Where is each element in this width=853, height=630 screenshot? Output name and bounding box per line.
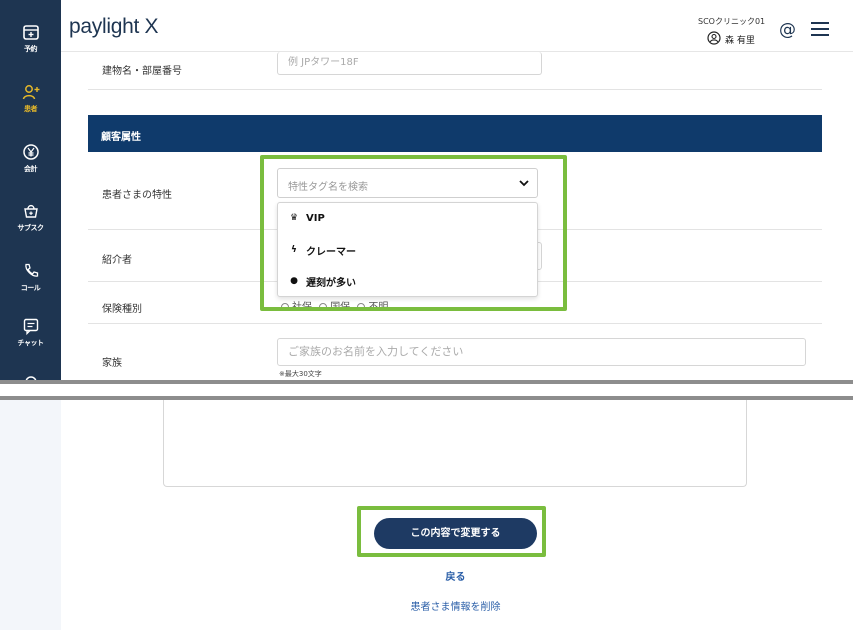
back-link[interactable]: 戻る (0, 568, 853, 583)
building-row: 建物名・部屋番号 例 JPタワー18F (88, 52, 822, 90)
clock-icon: ● (290, 276, 298, 286)
referrer-label: 紹介者 (102, 255, 132, 266)
building-input[interactable]: 例 JPタワー18F (277, 52, 542, 75)
top-pane: 予約 患者 会計 サブスク コール チャット paylight X SCOクリニ… (0, 0, 853, 380)
crown-icon: ♛ (289, 213, 299, 223)
sidebar-item-chat[interactable]: チャット (0, 316, 61, 348)
family-label: 家族 (102, 358, 122, 369)
delete-patient-link[interactable]: 患者さま情報を削除 (0, 598, 853, 613)
sidebar-item-subscription[interactable]: サブスク (0, 201, 61, 233)
sidebar-item-call[interactable]: コール (0, 261, 61, 293)
mention-icon[interactable]: @ (779, 20, 796, 40)
trait-tag-dropdown: ♛ VIP ϟ クレーマー ● 遅刻が多い (277, 202, 538, 297)
user-name[interactable]: 森 有里 (725, 33, 755, 46)
sidebar-item-accounting[interactable]: 会計 (0, 142, 61, 174)
sidebar-item-label: 患者 (24, 105, 38, 113)
sidebar-item-label: サブスク (17, 224, 45, 232)
section-header-customer-attributes: 顧客属性 (88, 115, 822, 152)
lightning-icon: ϟ (291, 245, 297, 255)
screenshot-root: 予約 患者 会計 サブスク コール チャット paylight X SCOクリニ… (0, 0, 853, 630)
sidebar-continuation (0, 400, 61, 630)
sidebar-item-label: 会計 (24, 165, 38, 173)
bottom-pane: この内容で変更する 戻る 患者さま情報を削除 (0, 400, 853, 630)
sidebar-item-label: チャット (17, 339, 44, 347)
yen-icon (22, 144, 39, 160)
dropdown-option-often-late[interactable]: ● 遅刻が多い (288, 272, 356, 290)
insurance-radio-unknown[interactable]: 不明 (357, 302, 388, 313)
app-logo[interactable]: paylight X (69, 15, 159, 39)
insurance-radio-shaho[interactable]: 社保 (281, 302, 312, 313)
calendar-plus-icon (22, 25, 39, 40)
basket-plus-icon (23, 204, 38, 218)
trait-label: 患者さまの特性 (102, 190, 172, 201)
user-icon (707, 31, 721, 45)
insurance-radio-group: 社保 国保 不明 (281, 298, 388, 313)
trait-tag-search-select[interactable]: 特性タグ名を検索 (277, 168, 538, 198)
trait-tag-search-placeholder: 特性タグ名を検索 (288, 182, 368, 193)
sidebar-item-reservation[interactable]: 予約 (0, 22, 61, 54)
family-hint: ※最大30文字 (279, 370, 322, 378)
sidebar: 予約 患者 会計 サブスク コール チャット (0, 0, 61, 380)
dropdown-option-complainer[interactable]: ϟ クレーマー (288, 241, 356, 259)
gear-icon (25, 376, 36, 380)
insurance-label: 保険種別 (102, 304, 142, 315)
sidebar-item-label: コール (20, 284, 41, 292)
family-input[interactable]: ご家族のお名前を入力してください (277, 338, 806, 366)
phone-icon (24, 263, 38, 277)
notes-textarea[interactable] (163, 400, 747, 487)
family-row: 家族 ご家族のお名前を入力してください (88, 324, 822, 380)
screenshot-divider (0, 380, 853, 400)
chevron-down-icon (519, 180, 529, 187)
submit-change-button[interactable]: この内容で変更する (374, 518, 537, 549)
insurance-radio-kokuho[interactable]: 国保 (319, 302, 350, 313)
dropdown-option-vip[interactable]: ♛ VIP (288, 209, 325, 227)
app-header: paylight X SCOクリニック01 森 有里 @ (61, 0, 853, 52)
sidebar-item-label: 予約 (24, 45, 38, 53)
clinic-name: SCOクリニック01 (698, 17, 766, 26)
building-label: 建物名・部屋番号 (102, 66, 182, 77)
user-plus-icon (22, 85, 39, 100)
chat-icon (23, 318, 38, 336)
sidebar-item-more[interactable] (0, 372, 61, 380)
divider-bar-top (0, 380, 853, 384)
sidebar-item-patient[interactable]: 患者 (0, 82, 61, 114)
hamburger-menu-icon[interactable] (811, 22, 829, 36)
